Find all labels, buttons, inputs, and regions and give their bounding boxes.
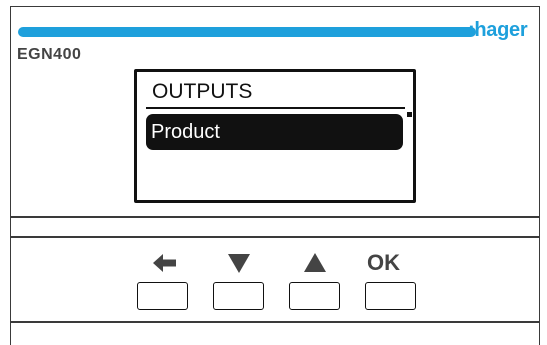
panel-divider-top xyxy=(10,216,540,218)
brand-logo: :hager xyxy=(468,19,528,41)
up-button[interactable] xyxy=(289,282,340,310)
brand-stripe xyxy=(18,27,476,37)
back-button[interactable] xyxy=(137,282,188,310)
menu-item-product[interactable]: Product xyxy=(146,114,403,150)
lcd-screen: OUTPUTS Product xyxy=(134,69,416,203)
arrow-left-icon xyxy=(153,254,176,272)
title-divider xyxy=(146,107,405,109)
ok-label: OK xyxy=(367,250,400,275)
panel-divider-bottom xyxy=(10,236,540,238)
triangle-down-icon xyxy=(228,254,250,273)
scroll-indicator xyxy=(407,112,412,117)
screen-title: OUTPUTS xyxy=(152,80,253,103)
ok-button[interactable] xyxy=(365,282,416,310)
panel-divider-footer xyxy=(10,321,540,323)
triangle-up-icon xyxy=(304,253,326,272)
down-button[interactable] xyxy=(213,282,264,310)
model-name: EGN400 xyxy=(17,46,82,63)
